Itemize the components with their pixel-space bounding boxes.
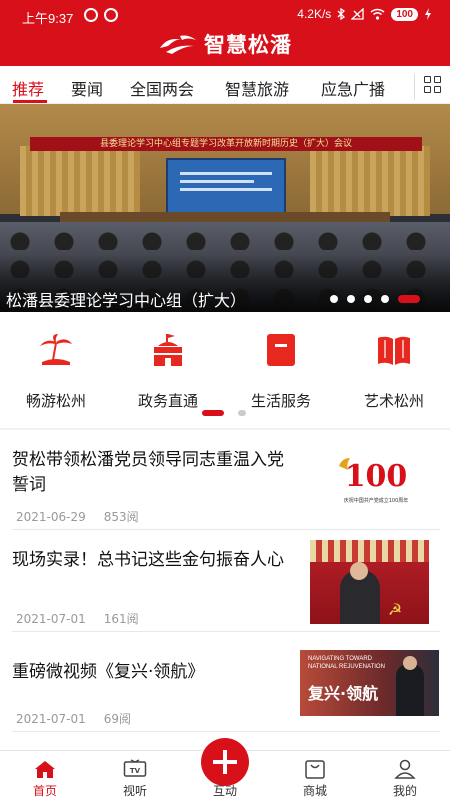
news-item[interactable]: 现场实录！总书记这些金句振奋人心 2021-07-01 161阅 ☭ <box>12 530 440 632</box>
news-item[interactable]: 重磅微视频《复兴·领航》 2021-07-01 69阅 NAVIGATING TO… <box>12 632 440 732</box>
news-date: 2021-07-01 <box>16 612 86 626</box>
channel-tabs: 推荐 要闻 全国两会 智慧旅游 应急广播 <box>0 66 450 104</box>
status-right: 4.2K/s 100 <box>297 7 432 21</box>
carousel-dots <box>330 295 440 303</box>
service-life[interactable]: 生活服务 <box>225 326 337 416</box>
services-page-indicator <box>0 408 450 416</box>
service-government[interactable]: 政务直通 <box>112 326 224 416</box>
charging-icon <box>425 8 431 20</box>
news-thumbnail: NAVIGATING TOWARD NATIONAL REJUVENATION … <box>300 650 439 716</box>
net-speed: 4.2K/s <box>297 7 332 21</box>
page-dot <box>238 410 246 416</box>
thumb-100-text: 100 <box>345 459 408 494</box>
signal-icon <box>351 8 364 20</box>
interact-plus-button[interactable] <box>201 738 249 786</box>
tv-icon: TV <box>123 759 147 777</box>
app-logo: 智慧松潘 <box>0 28 450 60</box>
user-icon <box>394 759 416 779</box>
news-thumbnail: ☭ <box>310 540 429 624</box>
news-date: 2021-07-01 <box>16 712 86 726</box>
nav-av[interactable]: TV 视听 <box>90 751 180 800</box>
carousel-dot[interactable] <box>364 295 372 303</box>
sync-icon <box>84 8 98 22</box>
home-icon <box>35 761 55 778</box>
news-views: 853阅 <box>103 510 139 524</box>
active-tab-indicator <box>13 100 47 103</box>
tab-smart-tourism[interactable]: 智慧旅游 <box>225 76 289 100</box>
wifi-icon <box>370 8 385 20</box>
nav-label: 我的 <box>392 784 417 798</box>
banner-photo: 县委理论学习中心组专题学习改革开放新时期历史（扩大）会议 <box>0 104 450 222</box>
status-time: 上午9:37 <box>22 11 74 26</box>
news-meta: 2021-07-01 69阅 <box>16 710 131 727</box>
nav-home[interactable]: 首页 <box>0 751 90 800</box>
battery-indicator: 100 <box>391 7 418 21</box>
banner-carousel[interactable]: 县委理论学习中心组专题学习改革开放新时期历史（扩大）会议 松潘县委理论学习中心组… <box>0 104 450 312</box>
bluetooth-icon <box>337 8 346 20</box>
news-date: 2021-06-29 <box>16 510 86 524</box>
logo-swoosh-icon <box>160 35 196 54</box>
thumb-100-sub: 庆祝中国共产党成立100周年 <box>344 497 409 504</box>
news-views: 161阅 <box>103 612 139 626</box>
service-tour[interactable]: 畅游松州 <box>0 326 112 416</box>
news-meta: 2021-07-01 161阅 <box>16 610 139 627</box>
nav-label: 商城 <box>302 784 327 798</box>
stage-banner-text: 县委理论学习中心组专题学习改革开放新时期历史（扩大）会议 <box>99 139 352 149</box>
carousel-dot-active[interactable] <box>398 295 420 303</box>
news-title: 现场实录！总书记这些金句振奋人心 <box>12 550 284 570</box>
news-views: 69阅 <box>103 712 132 726</box>
curtain-left <box>20 146 140 216</box>
centenary-emblem-icon: 100 庆祝中国共产党成立100周年 <box>339 458 409 504</box>
news-title: 贺松带领松潘党员领导同志重温入党誓词 <box>12 450 284 495</box>
nav-mall[interactable]: 商城 <box>270 751 360 800</box>
app-header: 上午9:37 4.2K/s 100 智慧松潘 <box>0 0 450 66</box>
palm-island-icon <box>40 334 72 365</box>
thumb-title: 复兴·领航 <box>308 684 379 703</box>
tab-two-sessions[interactable]: 全国两会 <box>130 76 194 100</box>
svg-text:TV: TV <box>130 767 141 775</box>
curtain-right <box>310 146 430 216</box>
carousel-dot[interactable] <box>330 295 338 303</box>
tab-emergency-broadcast[interactable]: 应急广播 <box>321 76 385 100</box>
tab-recommend[interactable]: 推荐 <box>12 76 44 100</box>
stage-banner: 县委理论学习中心组专题学习改革开放新时期历史（扩大）会议 <box>30 137 422 151</box>
carousel-dot[interactable] <box>347 295 355 303</box>
all-channels-grid-icon[interactable] <box>414 74 450 100</box>
shopping-bag-icon <box>305 760 325 779</box>
government-building-icon <box>154 334 182 366</box>
page-dot-active <box>202 410 224 416</box>
nav-label: 首页 <box>32 784 57 798</box>
app-root: 上午9:37 4.2K/s 100 智慧松潘 推荐 要闻 全国两会 智慧旅游 应… <box>0 0 450 800</box>
tab-news[interactable]: 要闻 <box>71 76 103 100</box>
bookmark-icon <box>267 334 295 366</box>
thumb-line2: NATIONAL REJUVENATION <box>308 664 385 670</box>
nav-mine[interactable]: 我的 <box>360 751 450 800</box>
thumb-line1: NAVIGATING TOWARD <box>308 656 373 662</box>
news-list: 贺松带领松潘党员领导同志重温入党誓词 2021-06-29 853阅 100 庆祝… <box>0 430 450 750</box>
nav-label: 视听 <box>122 784 147 798</box>
news-title: 重磅微视频《复兴·领航》 <box>12 662 205 682</box>
news-thumbnail: 100 庆祝中国共产党成立100周年 <box>306 440 439 526</box>
news-meta: 2021-06-29 853阅 <box>16 508 139 525</box>
block-icon <box>104 8 118 22</box>
open-book-icon <box>378 336 410 365</box>
carousel-dot[interactable] <box>381 295 389 303</box>
app-title: 智慧松潘 <box>204 33 292 57</box>
news-item[interactable]: 贺松带领松潘党员领导同志重温入党誓词 2021-06-29 853阅 100 庆祝… <box>12 430 440 530</box>
status-bar: 上午9:37 4.2K/s 100 <box>0 0 450 30</box>
banner-caption: 松潘县委理论学习中心组（扩大） <box>6 291 247 310</box>
service-art[interactable]: 艺术松州 <box>338 326 450 416</box>
